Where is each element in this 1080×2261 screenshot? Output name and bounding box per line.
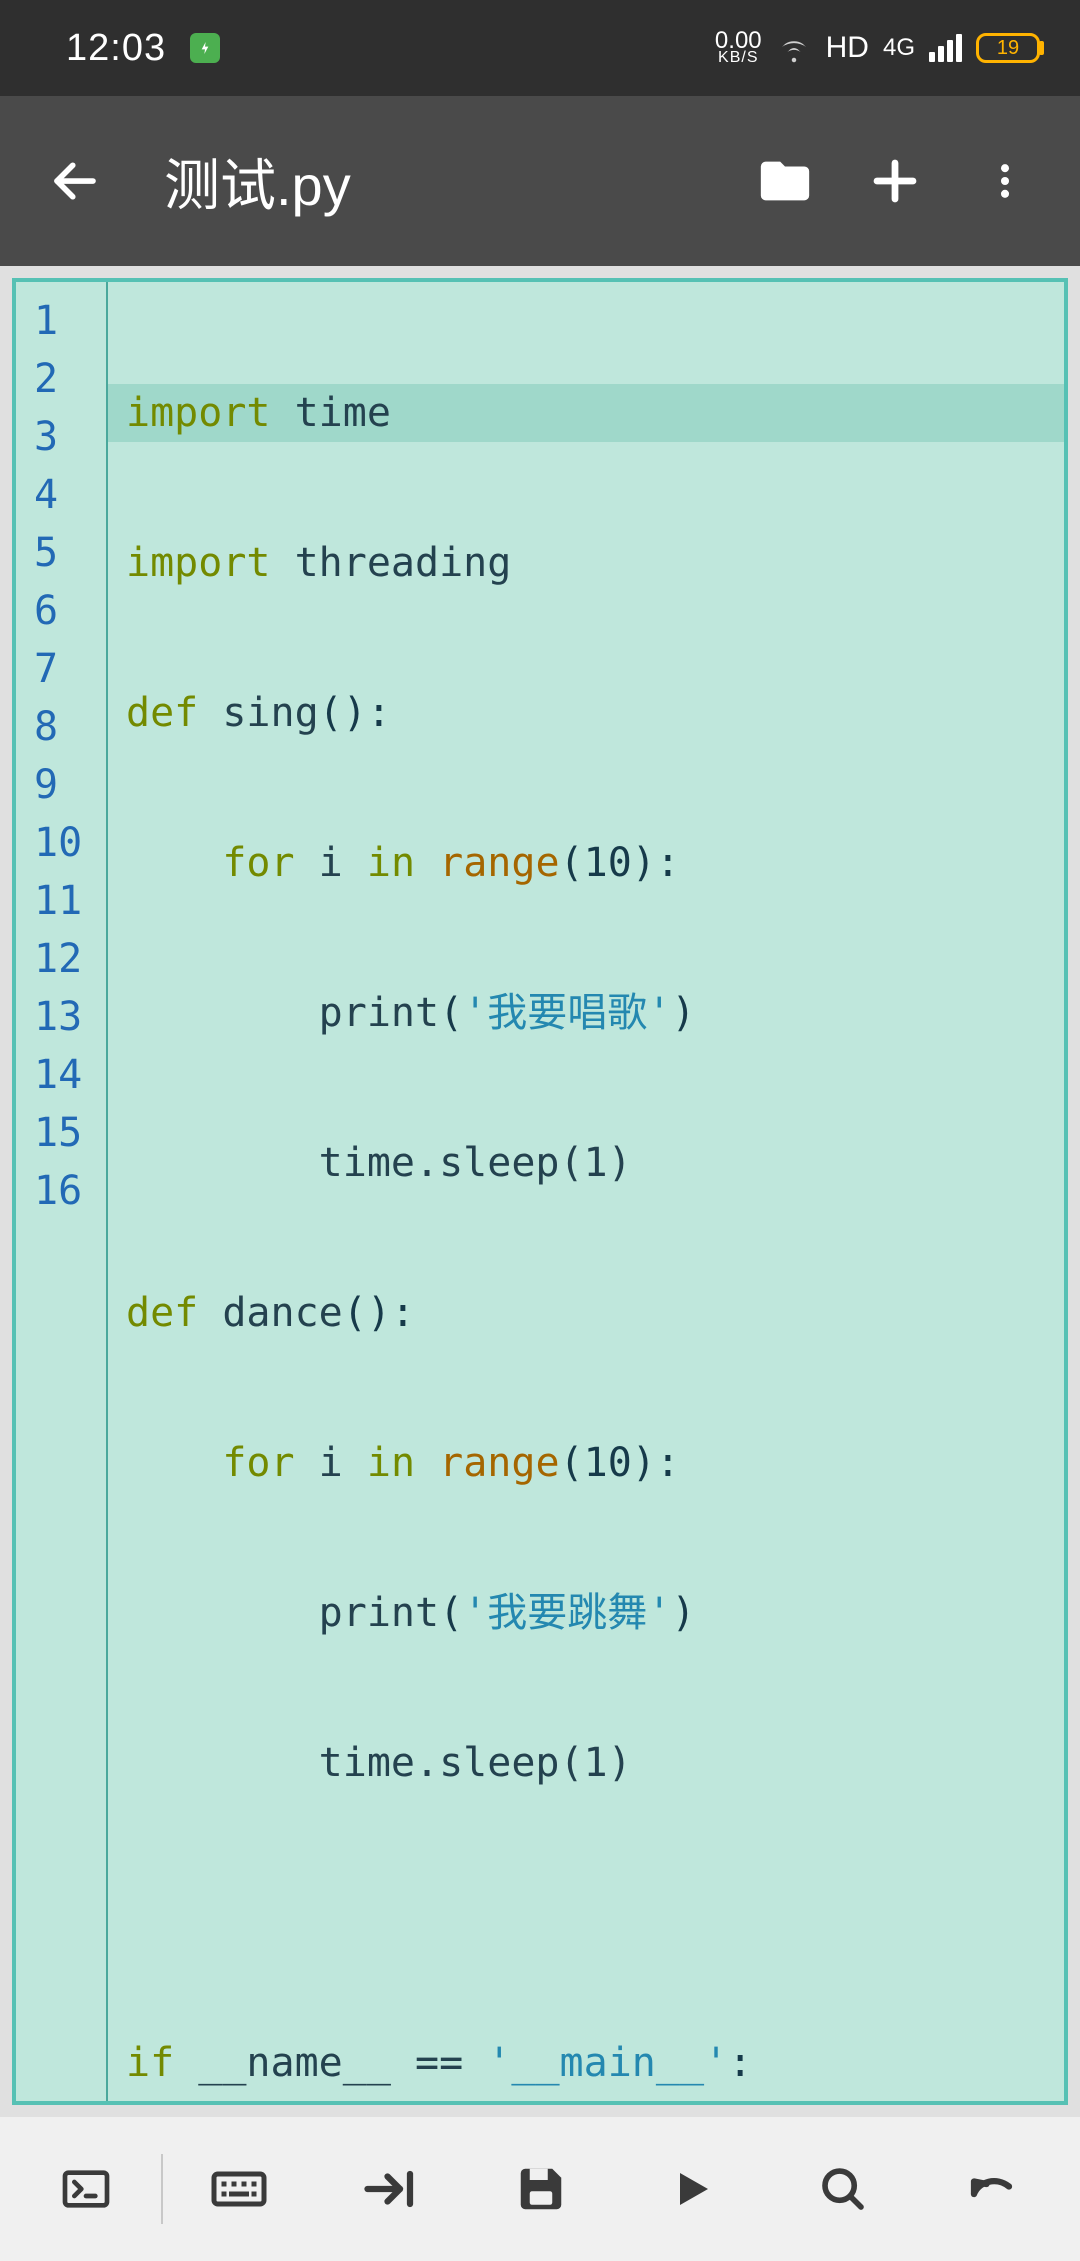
- more-button[interactable]: [950, 126, 1060, 236]
- editor-container: 1 2 3 4 5 6 7 8 9 10 11 12 13 14 15 16 i…: [0, 266, 1080, 2117]
- run-button[interactable]: [617, 2117, 768, 2261]
- code-line[interactable]: def dance():: [126, 1284, 1064, 1342]
- line-number: 16: [16, 1162, 106, 1220]
- plus-icon: [868, 154, 922, 208]
- line-number: 6: [16, 582, 106, 640]
- code-line[interactable]: for i in range(10):: [126, 834, 1064, 892]
- hd-indicator: HD: [826, 31, 869, 65]
- back-icon: [48, 154, 102, 208]
- status-right: 0.00 KB/S HD 4G 19: [715, 30, 1040, 66]
- charging-icon: [190, 33, 220, 63]
- keyboard-button[interactable]: [163, 2117, 314, 2261]
- terminal-icon: [58, 2161, 114, 2217]
- line-number: 1: [16, 292, 106, 350]
- tab-icon: [360, 2159, 420, 2219]
- screen: 12:03 0.00 KB/S HD 4G 19: [0, 0, 1080, 2261]
- signal-icon: [929, 34, 962, 62]
- status-bar: 12:03 0.00 KB/S HD 4G 19: [0, 0, 1080, 96]
- line-gutter: 1 2 3 4 5 6 7 8 9 10 11 12 13 14 15 16: [16, 282, 108, 2101]
- line-number: 8: [16, 698, 106, 756]
- save-icon: [514, 2162, 568, 2216]
- undo-button[interactable]: [919, 2117, 1070, 2261]
- line-number: 4: [16, 466, 106, 524]
- search-icon: [816, 2162, 870, 2216]
- code-line[interactable]: import time: [108, 384, 1064, 442]
- back-button[interactable]: [20, 126, 130, 236]
- bottom-toolbar: [0, 2117, 1080, 2261]
- save-button[interactable]: [465, 2117, 616, 2261]
- tab-button[interactable]: [314, 2117, 465, 2261]
- line-number: 7: [16, 640, 106, 698]
- line-number: 11: [16, 872, 106, 930]
- status-time: 12:03: [66, 27, 166, 70]
- folder-button[interactable]: [730, 126, 840, 236]
- app-bar: 测试.py: [0, 96, 1080, 266]
- status-left: 12:03: [66, 27, 220, 70]
- network-gen: 4G: [883, 34, 915, 62]
- code-line[interactable]: time.sleep(1): [126, 1734, 1064, 1792]
- line-number: 3: [16, 408, 106, 466]
- code-line[interactable]: for i in range(10):: [126, 1434, 1064, 1492]
- code-line[interactable]: if __name__ == '__main__':: [126, 2034, 1064, 2092]
- code-editor[interactable]: 1 2 3 4 5 6 7 8 9 10 11 12 13 14 15 16 i…: [12, 278, 1068, 2105]
- file-title: 测试.py: [164, 141, 730, 222]
- line-number: 10: [16, 814, 106, 872]
- line-number: 14: [16, 1046, 106, 1104]
- code-line[interactable]: print('我要跳舞'): [126, 1584, 1064, 1642]
- code-line[interactable]: [126, 1884, 1064, 1942]
- line-number: 5: [16, 524, 106, 582]
- code-area[interactable]: import time import threading def sing():…: [108, 282, 1064, 2101]
- undo-icon: [964, 2159, 1024, 2219]
- netspeed-unit: KB/S: [715, 51, 762, 65]
- search-button[interactable]: [768, 2117, 919, 2261]
- line-number: 13: [16, 988, 106, 1046]
- battery-level: 19: [997, 37, 1019, 60]
- keyboard-icon: [209, 2159, 269, 2219]
- battery-indicator: 19: [976, 33, 1040, 63]
- code-line[interactable]: time.sleep(1): [126, 1134, 1064, 1192]
- line-number: 9: [16, 756, 106, 814]
- code-line[interactable]: print('我要唱歌'): [126, 984, 1064, 1042]
- line-number: 12: [16, 930, 106, 988]
- code-line[interactable]: def sing():: [126, 684, 1064, 742]
- wifi-icon: [776, 30, 812, 66]
- line-number: 15: [16, 1104, 106, 1162]
- line-number: 2: [16, 350, 106, 408]
- more-vert-icon: [983, 159, 1027, 203]
- netspeed-indicator: 0.00 KB/S: [715, 31, 762, 65]
- play-icon: [668, 2165, 716, 2213]
- terminal-button[interactable]: [10, 2117, 161, 2261]
- code-line[interactable]: import threading: [126, 534, 1064, 592]
- folder-icon: [756, 152, 814, 210]
- add-button[interactable]: [840, 126, 950, 236]
- netspeed-value: 0.00: [715, 31, 762, 51]
